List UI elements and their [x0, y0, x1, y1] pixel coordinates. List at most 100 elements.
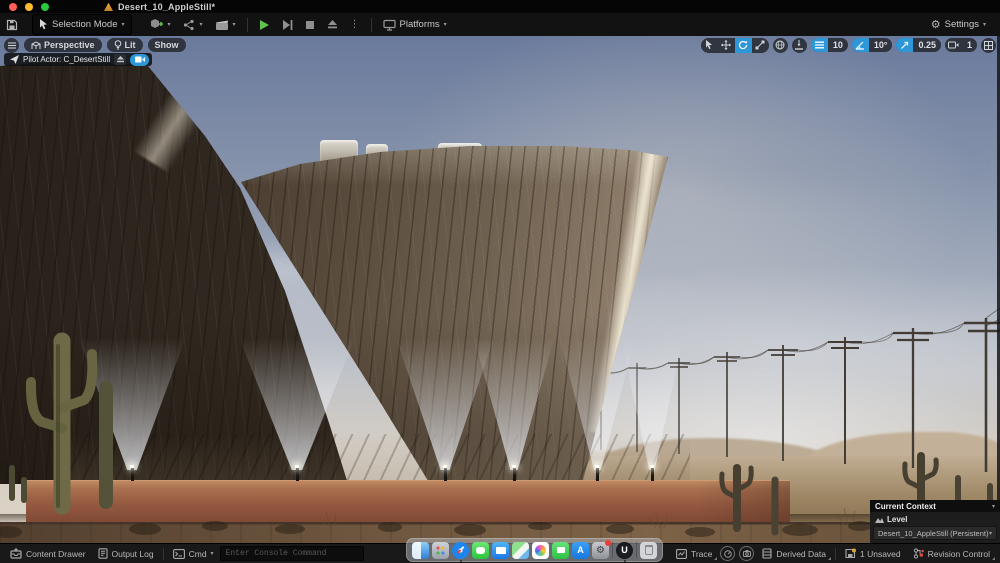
select-tool-button[interactable] — [701, 38, 718, 53]
chevron-down-icon: ▾ — [233, 21, 236, 28]
eject-icon — [327, 19, 338, 30]
close-window-button[interactable] — [9, 3, 17, 11]
rooftop-tank — [366, 144, 388, 162]
console-command-input[interactable] — [220, 546, 364, 561]
tower-base-ribs — [70, 434, 690, 484]
scale-snap-value: 0.25 — [913, 38, 941, 52]
shadow-strip — [0, 514, 1000, 524]
settings-dropdown[interactable]: ⚙ Settings ▾ — [925, 15, 992, 34]
viewport-toolbar: Perspective Lit Show — [0, 36, 1000, 54]
light-fixture — [295, 465, 299, 468]
unsaved-changes-button[interactable]: 1 Unsaved — [839, 546, 907, 562]
skip-icon — [282, 19, 293, 31]
zoom-window-button[interactable] — [41, 3, 49, 11]
maps-dock-icon[interactable] — [512, 542, 529, 559]
viewport-3d-scene[interactable]: Perspective Lit Show — [0, 36, 1000, 543]
selection-mode-dropdown[interactable]: Selection Mode ▾ — [32, 14, 132, 35]
rotation-snap-control[interactable]: 10° — [852, 38, 893, 52]
running-indicator — [460, 560, 462, 562]
unreal-editor-window: Desert_10_AppleStill* Selection Mode ▾ ▾… — [0, 0, 1000, 563]
main-tower — [0, 36, 1000, 543]
blueprints-button[interactable]: ▾ — [177, 15, 209, 34]
output-log-button[interactable]: Output Log — [92, 546, 160, 562]
grid-snap-control[interactable]: 10 — [811, 38, 848, 52]
power-lines — [0, 36, 1000, 543]
play-options-button[interactable]: ⋮ — [344, 15, 366, 34]
minimize-window-button[interactable] — [25, 3, 33, 11]
platforms-icon — [383, 19, 396, 31]
unreal-engine-dock-icon[interactable]: U — [616, 542, 633, 559]
viewport-options-menu[interactable] — [4, 38, 19, 53]
camera-speed-control[interactable]: 1 — [945, 38, 977, 52]
current-context-header[interactable]: Current Context ▾ — [870, 500, 1000, 512]
move-tool-button[interactable] — [718, 38, 735, 53]
derived-data-button[interactable]: Derived Data — [756, 546, 832, 562]
rotation-snap-value: 10° — [869, 38, 893, 52]
play-icon — [259, 19, 270, 31]
main-toolbar: Selection Mode ▾ ▾ ▾ ▾ ⋮ — [0, 13, 1000, 37]
platforms-dropdown[interactable]: Platforms ▾ — [377, 15, 453, 34]
save-button[interactable] — [0, 15, 24, 34]
rotate-tool-button[interactable] — [735, 38, 752, 53]
scale-icon — [755, 40, 765, 50]
revision-control-button[interactable]: Revision Control — [907, 546, 996, 562]
pilot-actor-bar: Pilot Actor: C_DesertStill — [4, 53, 152, 66]
pilot-camera-toggle[interactable] — [130, 54, 149, 66]
uplight-beam — [469, 320, 559, 470]
messages-dock-icon[interactable] — [472, 542, 489, 559]
scale-tool-button[interactable] — [752, 38, 769, 53]
stop-icon — [305, 20, 315, 30]
derived-data-icon — [762, 548, 772, 559]
world-local-space-button[interactable] — [773, 38, 788, 53]
cacti-foreground — [0, 36, 1000, 543]
terminal-icon — [173, 549, 185, 559]
level-selector-dropdown[interactable]: Desert_10_AppleStill (Persistent) ▾ — [873, 526, 997, 540]
notification-badge — [605, 540, 611, 546]
app-store-dock-icon[interactable]: A — [572, 542, 589, 559]
surface-snapping-button[interactable] — [792, 38, 807, 53]
add-actor-button[interactable]: ▾ — [144, 15, 177, 34]
camera-icon — [135, 56, 145, 63]
maximize-viewport-button[interactable] — [981, 38, 996, 53]
screenshot-button[interactable] — [739, 546, 754, 561]
insights-button[interactable] — [720, 546, 735, 561]
safari-dock-icon[interactable] — [452, 542, 469, 559]
stop-button[interactable] — [299, 15, 321, 34]
chevron-down-icon: ▾ — [121, 21, 124, 28]
mail-dock-icon[interactable] — [492, 542, 509, 559]
desert-scene — [0, 36, 1000, 543]
base-wall — [26, 480, 790, 525]
photos-dock-icon[interactable] — [532, 542, 549, 559]
chevron-down-icon: ▾ — [992, 503, 995, 510]
console-mode-dropdown[interactable]: Cmd ▾ — [167, 546, 220, 562]
play-button[interactable] — [253, 15, 276, 34]
grid-snap-icon — [811, 38, 828, 52]
launchpad-dock-icon[interactable] — [432, 542, 449, 559]
trash-dock-icon[interactable] — [640, 542, 657, 559]
level-row: Level — [873, 514, 997, 524]
trace-button[interactable]: Trace — [670, 546, 718, 562]
move-icon — [721, 40, 731, 50]
finder-dock-icon[interactable] — [412, 542, 429, 559]
scale-snap-control[interactable]: 0.25 — [896, 38, 941, 52]
light-fixture — [595, 465, 599, 468]
rooftop-tank — [320, 140, 358, 164]
current-context-panel: Current Context ▾ Level Desert_10_AppleS… — [870, 500, 1000, 543]
quad-view-icon — [984, 41, 993, 50]
facetime-dock-icon[interactable] — [552, 542, 569, 559]
uplight-beam — [390, 320, 500, 470]
angle-snap-icon — [852, 38, 869, 52]
light-post — [596, 468, 599, 481]
show-dropdown[interactable]: Show — [148, 38, 186, 52]
light-post — [444, 468, 447, 481]
eject-button[interactable] — [321, 15, 344, 34]
skip-button[interactable] — [276, 15, 299, 34]
sunlit-edge — [133, 70, 219, 173]
cinematics-button[interactable]: ▾ — [209, 15, 242, 34]
perspective-dropdown[interactable]: Perspective — [24, 38, 102, 52]
stop-piloting-button[interactable] — [114, 54, 126, 65]
lit-dropdown[interactable]: Lit — [107, 38, 143, 52]
light-fixture — [512, 465, 516, 468]
system-settings-dock-icon[interactable]: ⚙ — [592, 542, 609, 559]
content-drawer-button[interactable]: Content Drawer — [4, 546, 92, 562]
